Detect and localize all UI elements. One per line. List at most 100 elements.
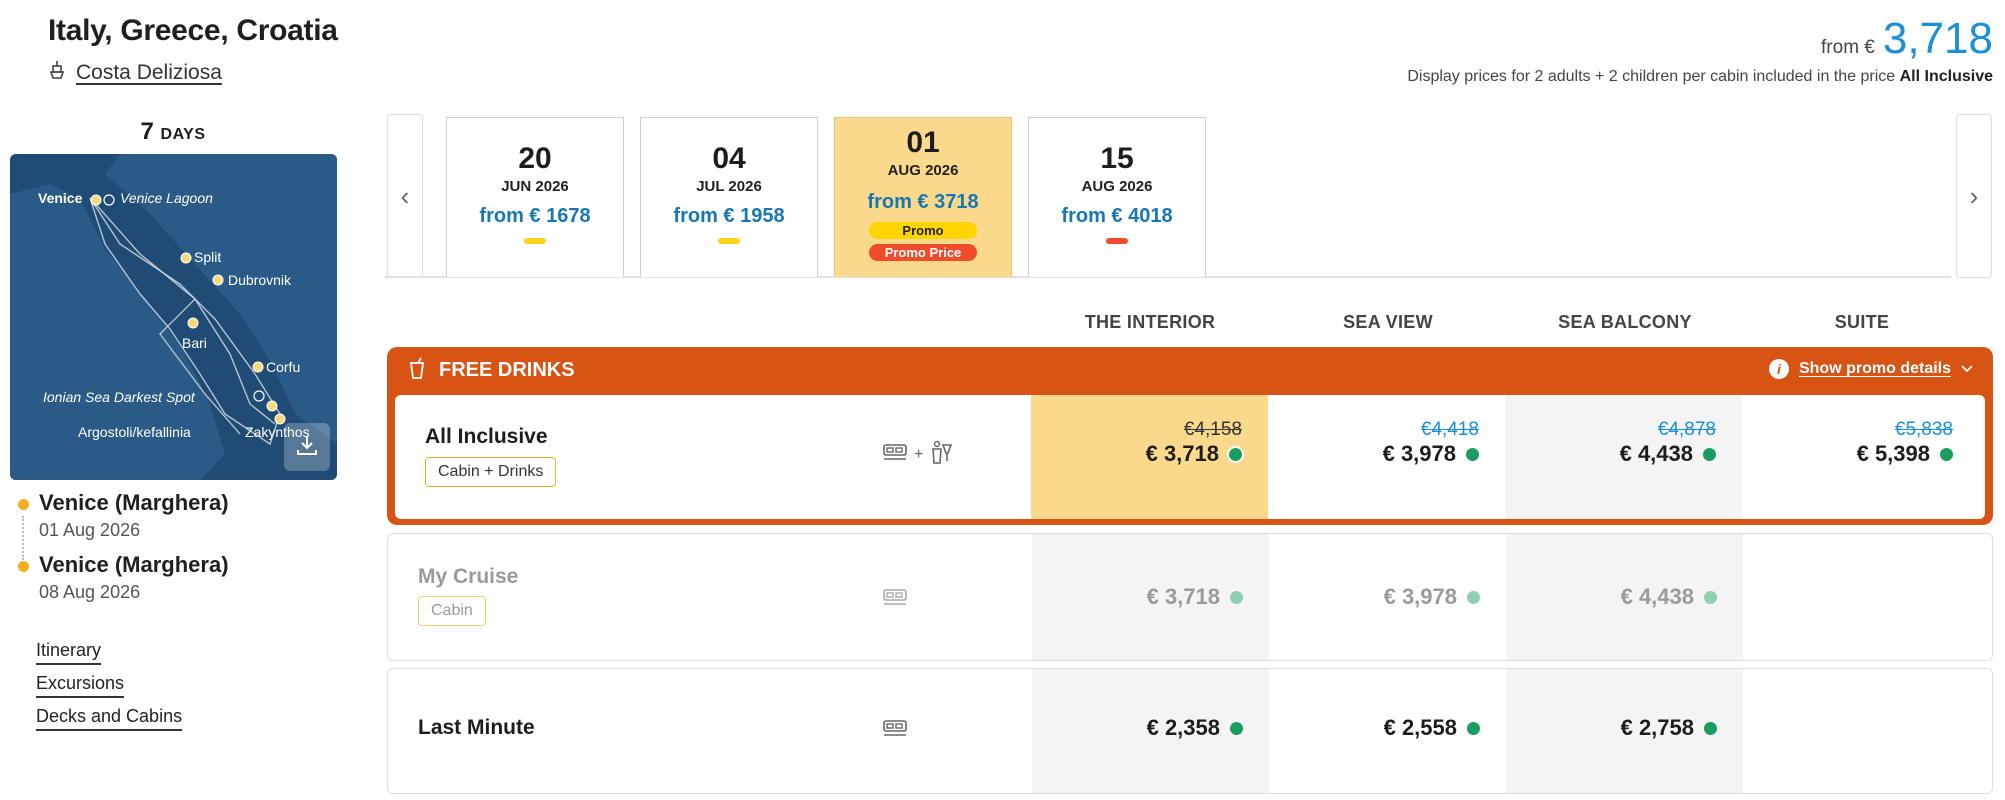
free-drinks-label: FREE DRINKS	[439, 358, 575, 381]
arrival-dot	[18, 561, 29, 572]
carousel-next-button[interactable]: ›	[1956, 114, 1992, 278]
price-cell-sea-view[interactable]: €4,418 € 3,978	[1268, 395, 1505, 519]
carousel-prev-button[interactable]: ‹	[387, 114, 423, 278]
availability-bar	[524, 238, 546, 244]
price-cell-interior[interactable]: € 3,718	[1032, 534, 1269, 660]
new-price: € 4,438	[1620, 584, 1694, 609]
rate-name: My Cruise	[418, 565, 519, 588]
column-header-sea-balcony: SEA BALCONY	[1558, 312, 1692, 332]
bed-icon	[882, 441, 908, 468]
display-note-bold: All Inclusive	[1899, 68, 1993, 85]
old-price: €5,838	[1894, 419, 1953, 440]
chevron-right-icon: ›	[1969, 180, 1979, 211]
rate-row-all-inclusive: All Inclusive Cabin + Drinks + €4,158 € …	[395, 395, 1985, 519]
date-card[interactable]: 04 JUL 2026 from € 1958	[640, 117, 818, 277]
price-cell-suite[interactable]: €5,838 € 5,398	[1742, 395, 1979, 519]
date-price: from € 1958	[673, 205, 785, 227]
download-map-button[interactable]	[284, 423, 330, 471]
arrival-port: Venice (Marghera) 08 Aug 2026	[18, 552, 229, 603]
date-price: from € 3718	[867, 191, 979, 213]
date-card-selected[interactable]: 01 AUG 2026 from € 3718 Promo Promo Pric…	[834, 117, 1012, 277]
price-cell-sea-view[interactable]: € 2,558	[1269, 669, 1506, 793]
map-label-corfu: Corfu	[266, 359, 301, 375]
availability-dot	[1230, 721, 1243, 735]
date-month-year: JUN 2026	[501, 178, 569, 195]
rate-name: Last Minute	[418, 716, 535, 739]
rate-includes: +	[882, 439, 955, 470]
free-drinks-header: FREE DRINKS i Show promo details	[387, 347, 1993, 393]
price-cell-sea-balcony[interactable]: €4,878 € 4,438	[1505, 395, 1742, 519]
chevron-down-icon	[1961, 360, 1973, 378]
departure-date: 01 Aug 2026	[39, 520, 141, 540]
excursions-link[interactable]: Excursions	[36, 673, 125, 698]
availability-dot	[1229, 447, 1242, 461]
display-prices-note: Display prices for 2 adults + 2 children…	[1407, 68, 1993, 86]
decks-cabins-link[interactable]: Decks and Cabins	[36, 706, 183, 731]
promo-price-badge: Promo Price	[869, 244, 977, 261]
bed-icon	[882, 586, 908, 613]
new-price: € 2,558	[1383, 715, 1457, 740]
availability-dot	[1704, 721, 1717, 735]
new-price: € 3,718	[1146, 584, 1220, 609]
price-cell-interior-selected[interactable]: €4,158 € 3,718	[1031, 395, 1268, 519]
ship-link[interactable]: Costa Deliziosa	[48, 60, 222, 86]
departure-dot	[18, 499, 29, 510]
map-label-venice-lagoon: Venice Lagoon	[120, 190, 213, 206]
rate-row-my-cruise: My Cruise Cabin € 3,718 € 3,978 € 4,438	[387, 533, 1993, 661]
new-price: € 3,978	[1382, 441, 1456, 466]
rate-row-last-minute: Last Minute € 2,358 € 2,558 € 2,758	[387, 668, 1993, 794]
column-header-interior: THE INTERIOR	[1084, 312, 1216, 332]
map-label-venice: Venice	[38, 190, 83, 206]
drinks-icon	[929, 439, 955, 470]
price-from-label: from €	[1821, 37, 1875, 58]
days-number: 7	[140, 118, 154, 145]
new-price: € 3,718	[1145, 441, 1219, 466]
column-header-sea-view: SEA VIEW	[1343, 312, 1433, 332]
arrival-port-name: Venice (Marghera)	[39, 552, 229, 577]
availability-dot	[1467, 590, 1480, 604]
bed-icon	[882, 717, 908, 744]
old-price: €4,418	[1420, 419, 1479, 440]
days-label: DAYS	[160, 126, 206, 143]
departure-port: Venice (Marghera) 01 Aug 2026	[18, 490, 229, 541]
new-price: € 5,398	[1856, 441, 1930, 466]
date-month-year: JUL 2026	[696, 178, 762, 195]
date-day: 04	[712, 142, 746, 175]
map-label-argostoli: Argostoli/kefallinia	[78, 424, 191, 440]
show-promo-details-label[interactable]: Show promo details	[1799, 360, 1951, 378]
map-label-ionian: Ionian Sea Darkest Spot	[43, 389, 195, 405]
date-day: 20	[518, 142, 552, 175]
availability-dot	[1466, 447, 1479, 461]
availability-bar	[1106, 238, 1128, 244]
arrival-date: 08 Aug 2026	[39, 582, 141, 602]
price-cell-sea-balcony[interactable]: € 2,758	[1506, 669, 1743, 793]
date-month-year: AUG 2026	[887, 162, 959, 179]
date-price: from € 4018	[1061, 205, 1173, 227]
old-price: €4,158	[1183, 419, 1242, 440]
date-card[interactable]: 15 AUG 2026 from € 4018	[1028, 117, 1206, 277]
map-label-dubrovnik: Dubrovnik	[228, 272, 292, 288]
drink-cup-icon	[409, 357, 425, 384]
display-note-text: Display prices for 2 adults + 2 children…	[1407, 68, 1896, 85]
new-price: € 2,358	[1146, 715, 1220, 740]
duration: 7 DAYS	[10, 118, 336, 146]
download-icon	[294, 432, 320, 463]
show-promo-details-link[interactable]: i Show promo details	[1768, 359, 1973, 379]
availability-dot	[1704, 590, 1717, 604]
departure-port-name: Venice (Marghera)	[39, 490, 229, 515]
rate-tag: Cabin	[418, 596, 486, 626]
price-cell-sea-view[interactable]: € 3,978	[1269, 534, 1506, 660]
price-cell-interior[interactable]: € 2,358	[1032, 669, 1269, 793]
price-cell-sea-balcony[interactable]: € 4,438	[1506, 534, 1743, 660]
plus-icon: +	[914, 445, 924, 463]
ship-icon	[48, 60, 66, 86]
date-card[interactable]: 20 JUN 2026 from € 1678	[446, 117, 624, 277]
chevron-left-icon: ‹	[400, 180, 410, 211]
availability-dot	[1467, 721, 1480, 735]
ship-name[interactable]: Costa Deliziosa	[76, 61, 222, 85]
itinerary-link[interactable]: Itinerary	[36, 640, 102, 665]
page-title: Italy, Greece, Croatia	[48, 14, 338, 47]
info-icon: i	[1768, 359, 1789, 379]
map-label-bari: Bari	[182, 335, 207, 351]
new-price: € 4,438	[1619, 441, 1693, 466]
